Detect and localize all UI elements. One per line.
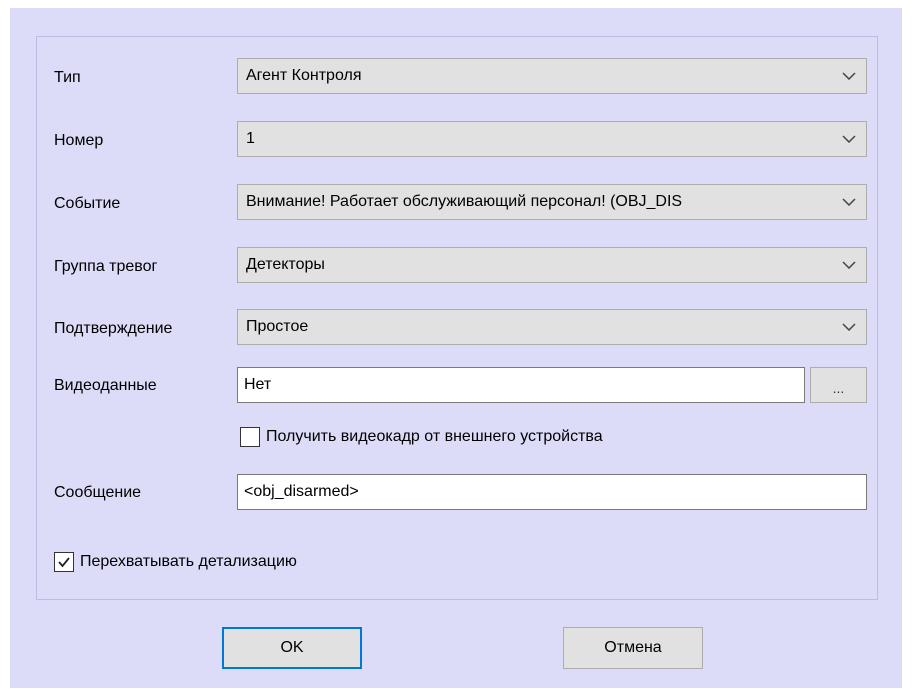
video-field-value: Нет bbox=[244, 376, 272, 393]
alarm-group-label: Группа тревог bbox=[54, 258, 158, 275]
event-label: Событие bbox=[54, 195, 121, 212]
message-input[interactable]: <obj_disarmed> bbox=[237, 474, 867, 510]
number-select[interactable]: 1 bbox=[237, 121, 867, 157]
type-label: Тип bbox=[54, 69, 81, 86]
confirmation-select[interactable]: Простое bbox=[237, 309, 867, 345]
alarm-group-select-value: Детекторы bbox=[246, 256, 325, 273]
message-input-value: <obj_disarmed> bbox=[244, 483, 359, 500]
chevron-down-icon bbox=[842, 323, 856, 331]
confirmation-select-value: Простое bbox=[246, 318, 309, 335]
video-field[interactable]: Нет bbox=[237, 367, 805, 403]
event-select-value: Внимание! Работает обслуживающий персона… bbox=[246, 193, 683, 210]
chevron-down-icon bbox=[842, 198, 856, 206]
number-select-value: 1 bbox=[246, 130, 255, 147]
video-label: Видеоданные bbox=[54, 377, 157, 394]
intercept-checkbox[interactable] bbox=[54, 552, 74, 572]
cancel-button[interactable]: Отмена bbox=[563, 627, 703, 669]
video-browse-button[interactable]: ... bbox=[810, 367, 867, 403]
event-select[interactable]: Внимание! Работает обслуживающий персона… bbox=[237, 184, 867, 220]
confirmation-label: Подтверждение bbox=[54, 320, 173, 337]
chevron-down-icon bbox=[842, 261, 856, 269]
chevron-down-icon bbox=[842, 135, 856, 143]
type-select-value: Агент Контроля bbox=[246, 67, 362, 84]
alarm-group-select[interactable]: Детекторы bbox=[237, 247, 867, 283]
checkmark-icon bbox=[58, 557, 70, 568]
ok-button[interactable]: OK bbox=[222, 627, 362, 669]
get-frame-checkbox[interactable] bbox=[240, 427, 260, 447]
message-label: Сообщение bbox=[54, 484, 142, 501]
intercept-label: Перехватывать детализацию bbox=[80, 553, 297, 570]
number-label: Номер bbox=[54, 132, 104, 149]
get-frame-label: Получить видеокадр от внешнего устройств… bbox=[266, 428, 603, 445]
type-select[interactable]: Агент Контроля bbox=[237, 58, 867, 94]
chevron-down-icon bbox=[842, 72, 856, 80]
